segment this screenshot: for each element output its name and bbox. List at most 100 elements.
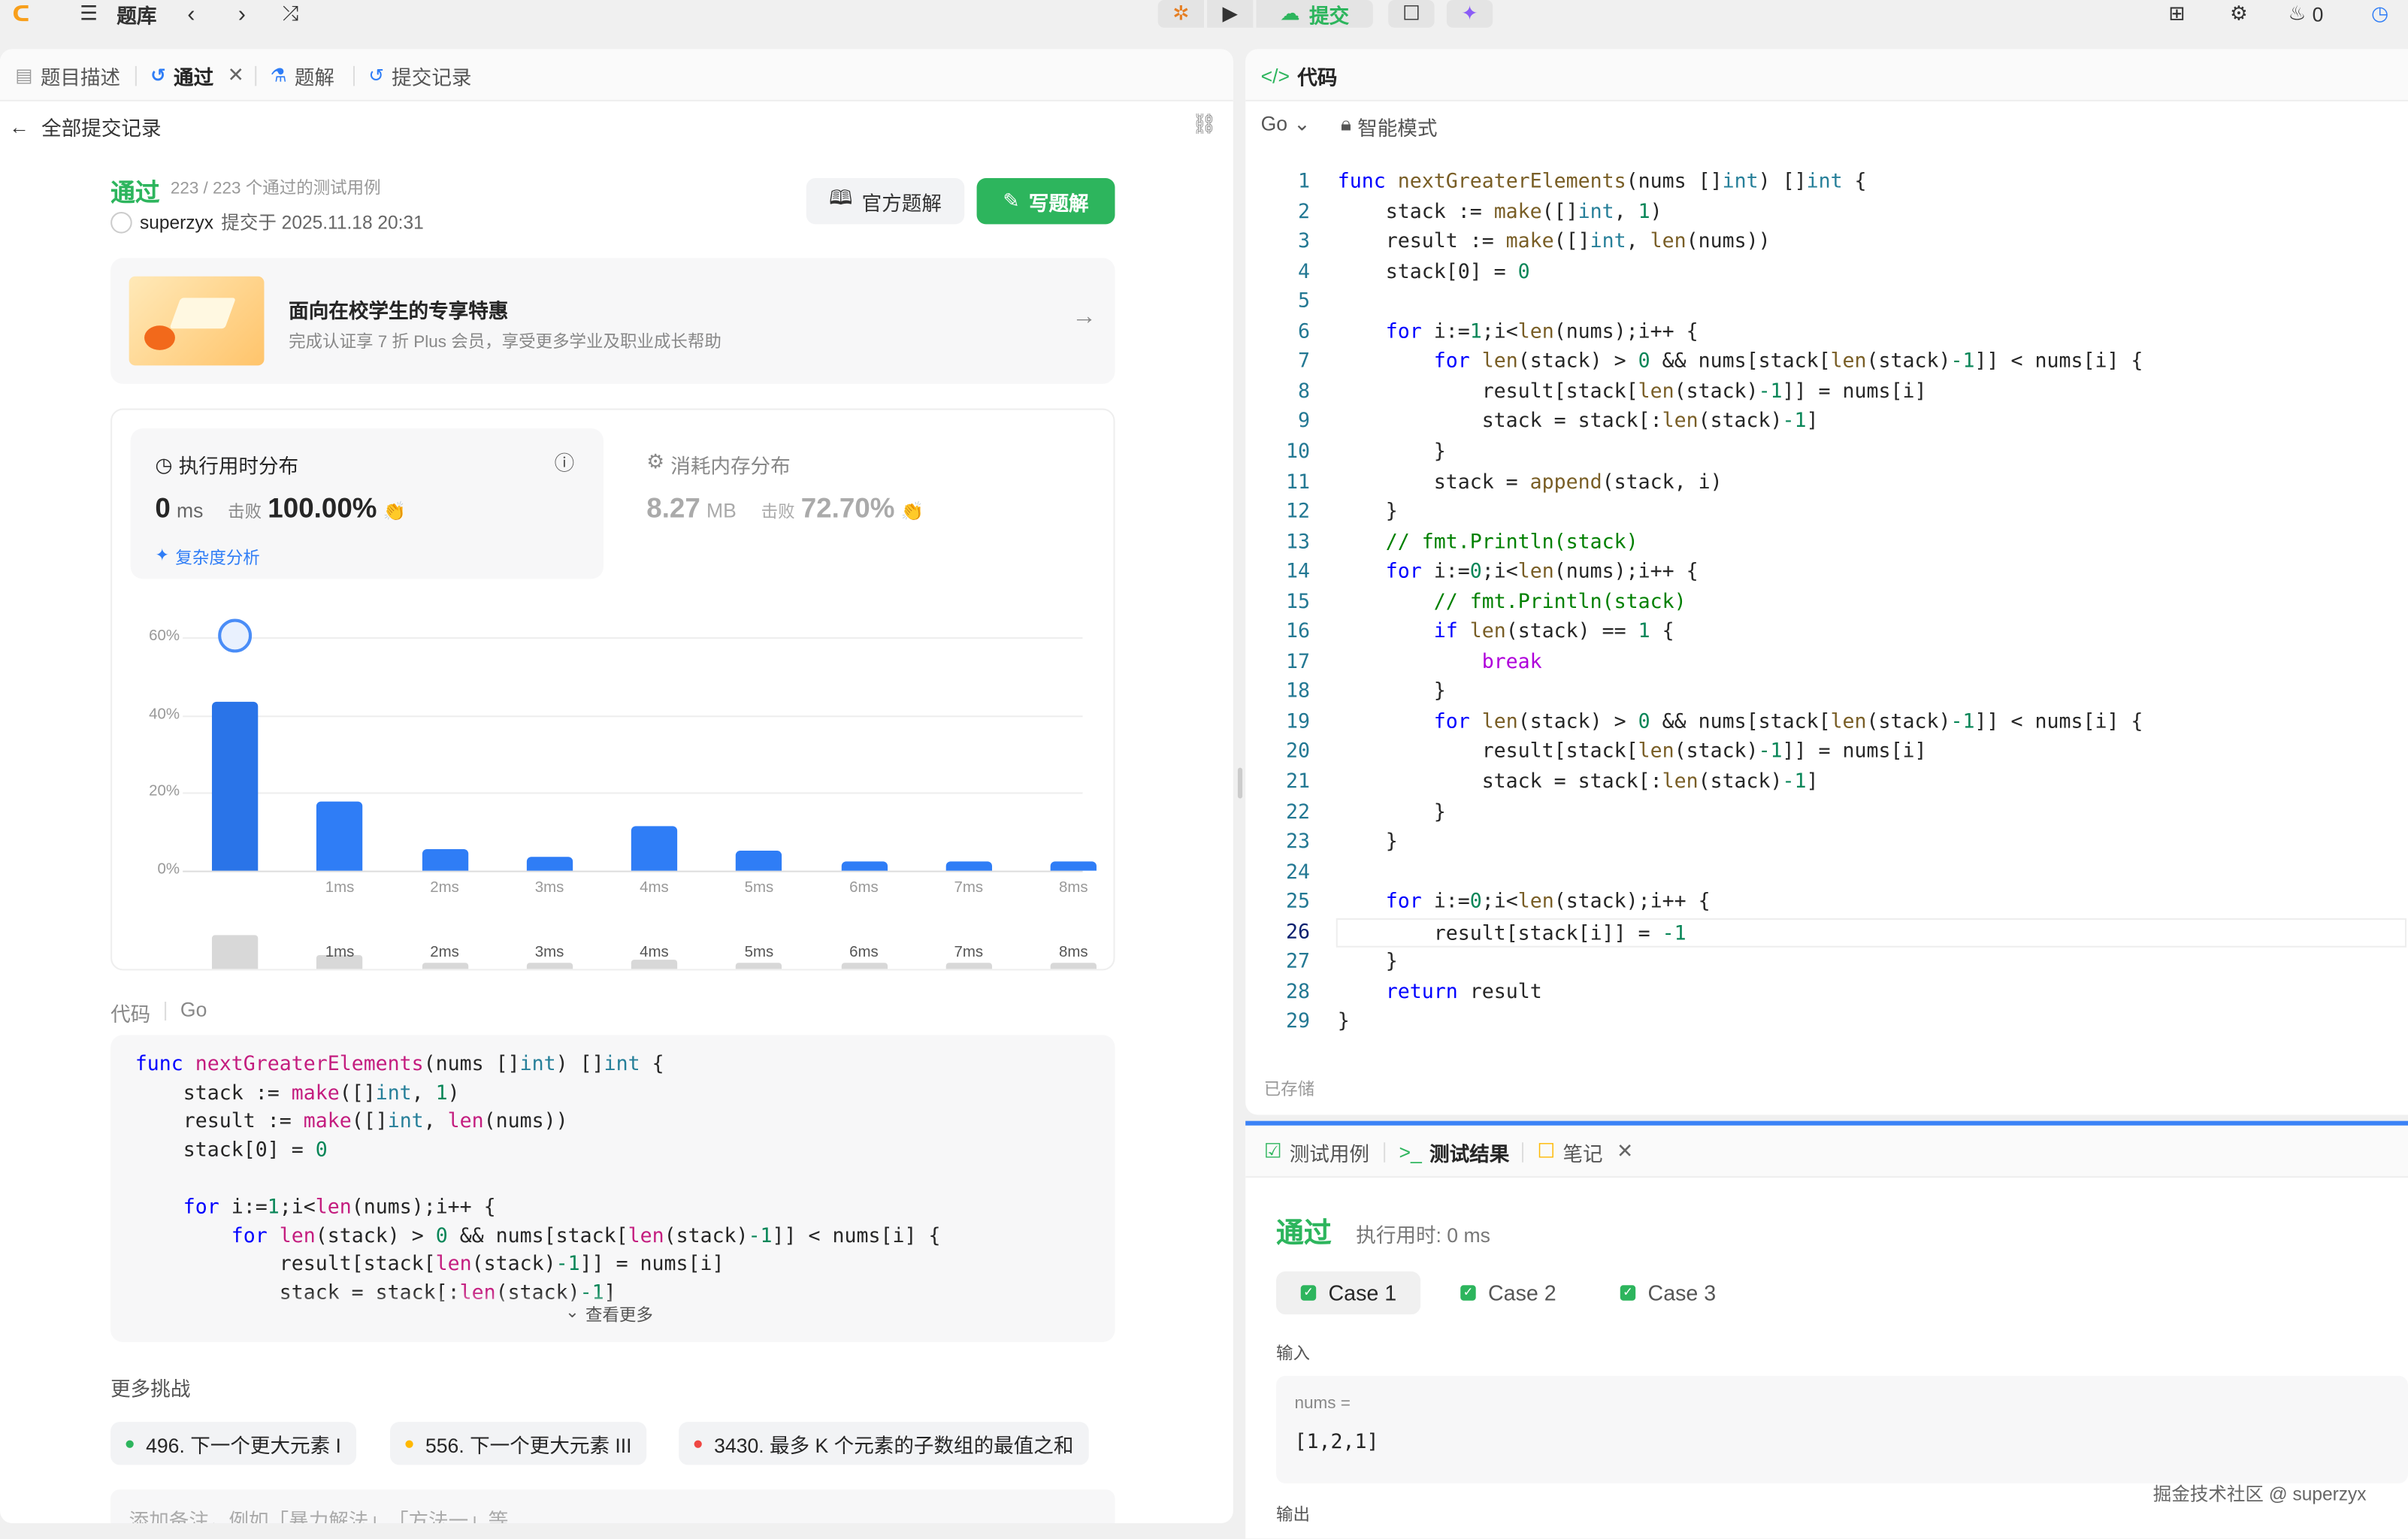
code-line[interactable]: for i:=1;i<len(nums);i++ { bbox=[1338, 317, 1699, 347]
code-line[interactable]: stack = append(stack, i) bbox=[1338, 467, 1723, 497]
grid-line bbox=[183, 793, 1083, 795]
tab-testcase[interactable]: ☑ 测试用例 bbox=[1264, 1126, 1369, 1178]
tab-description[interactable]: ▤ 题目描述 bbox=[15, 49, 120, 101]
tab-accepted[interactable]: ↺ 通过 ✕ bbox=[150, 49, 244, 101]
challenge-chip[interactable]: 556. 下一个更大元素 III bbox=[390, 1422, 648, 1465]
bar-3ms[interactable] bbox=[526, 857, 573, 871]
logo-icon[interactable]: ᑕ bbox=[12, 0, 29, 28]
submitted-code-block[interactable]: func nextGreaterElements(nums []int) []i… bbox=[110, 1035, 1115, 1342]
code-line[interactable]: // fmt.Println(stack) bbox=[1338, 528, 1638, 558]
ai-sparkle-icon[interactable]: ✦ bbox=[1446, 0, 1493, 28]
input-box: nums = [1,2,1] bbox=[1276, 1375, 2408, 1483]
debug-icon[interactable]: ✲ bbox=[1157, 0, 1205, 28]
line-number: 27 bbox=[1286, 951, 1310, 975]
prev-problem-icon[interactable]: ‹ bbox=[187, 0, 195, 28]
streak-counter[interactable]: ♨ 0 bbox=[2289, 0, 2324, 28]
shuffle-icon[interactable]: ⤮ bbox=[283, 0, 298, 28]
memory-stat-title[interactable]: ⚙ 消耗内存分布 bbox=[646, 450, 790, 479]
info-icon[interactable]: ⓘ bbox=[555, 447, 575, 476]
saved-status: 已存储 bbox=[1263, 1081, 1315, 1100]
code-line[interactable]: func nextGreaterElements(nums []int) []i… bbox=[1338, 168, 1867, 198]
code-line[interactable]: stack = stack[:len(stack)-1] bbox=[1338, 407, 1819, 437]
code-brackets-icon: </> bbox=[1260, 63, 1290, 87]
case-tab-1[interactable]: ✓ Case 1 bbox=[1276, 1271, 1421, 1315]
bar-7ms[interactable] bbox=[945, 861, 992, 871]
runtime-stat[interactable]: ◷ 执行用时分布 ⓘ 0 ms 击败 100.00% 👏 ✦ 复杂度分析 bbox=[130, 428, 604, 579]
tab-test-result[interactable]: >_ 测试结果 bbox=[1399, 1126, 1510, 1178]
layout-icon[interactable]: ⊞ bbox=[2168, 0, 2185, 28]
minimap-tick-label: 5ms bbox=[744, 944, 774, 962]
tab-solutions[interactable]: ⚗ 题解 bbox=[271, 49, 334, 101]
resize-handle[interactable] bbox=[1237, 767, 1243, 799]
close-tab-icon[interactable]: ✕ bbox=[1617, 1139, 1633, 1164]
code-line[interactable]: stack[0] = 0 bbox=[1338, 258, 1530, 288]
next-problem-icon[interactable]: › bbox=[238, 0, 246, 28]
chip-icon: ⚙ bbox=[646, 449, 665, 473]
official-solution-button[interactable]: 🕮 官方题解 bbox=[806, 178, 965, 225]
run-icon[interactable]: ▶ bbox=[1207, 0, 1254, 28]
close-tab-icon[interactable]: ✕ bbox=[228, 63, 244, 88]
code-line[interactable]: for len(stack) > 0 && nums[stack[len(sta… bbox=[1338, 347, 2143, 377]
settings-gear-icon[interactable]: ⚙ bbox=[2230, 0, 2248, 28]
timer-icon[interactable]: ◷ bbox=[2371, 0, 2388, 28]
code-line[interactable]: } bbox=[1338, 828, 1398, 858]
code-line[interactable]: break bbox=[1338, 648, 1542, 678]
complexity-analysis-link[interactable]: ✦ 复杂度分析 bbox=[155, 545, 259, 570]
code-line[interactable]: result[stack[i]] = -1 bbox=[1336, 918, 2406, 948]
case-tab-3[interactable]: ✓ Case 3 bbox=[1596, 1271, 1741, 1314]
memory-stat[interactable]: 8.27 MB 击败 72.70% 👏 bbox=[646, 493, 924, 525]
challenge-chip[interactable]: 3430. 最多 K 个元素的子数组的最值之和 bbox=[679, 1422, 1089, 1465]
bar-4ms[interactable] bbox=[631, 827, 678, 871]
username[interactable]: superzyx bbox=[140, 211, 213, 233]
code-line[interactable]: if len(stack) == 1 { bbox=[1338, 618, 1674, 648]
bar-6ms[interactable] bbox=[840, 861, 888, 871]
code-line[interactable]: stack = stack[:len(stack)-1] bbox=[1338, 768, 1819, 798]
bar-2ms[interactable] bbox=[421, 849, 468, 871]
code-editor[interactable]: 1 func nextGreaterElements(nums []int) []… bbox=[1245, 162, 2408, 1052]
note-input[interactable]: 添加备注，例如「暴力解法」、「方法一」等 bbox=[110, 1489, 1115, 1524]
code-line[interactable]: } bbox=[1338, 678, 1446, 708]
smart-mode-toggle[interactable]: 🔒︎ 智能模式 bbox=[1341, 112, 1438, 141]
code-line[interactable]: } bbox=[1338, 437, 1446, 467]
case-tab-2[interactable]: ✓ Case 2 bbox=[1436, 1271, 1581, 1314]
line-number: 25 bbox=[1286, 890, 1310, 915]
code-line[interactable]: // fmt.Println(stack) bbox=[1338, 588, 1687, 618]
line-number: 11 bbox=[1286, 470, 1310, 494]
bar-0ms[interactable] bbox=[211, 701, 259, 871]
code-line[interactable]: } bbox=[1338, 1008, 1350, 1038]
view-more-button[interactable]: ⌄ 查看更多 bbox=[565, 1302, 653, 1327]
problem-list-icon[interactable]: ☰ bbox=[80, 0, 98, 28]
student-promo-banner[interactable]: 面向在校学生的专享特惠 完成认证享 7 折 Plus 会员，享受更多学业及职业成… bbox=[110, 258, 1115, 384]
avatar[interactable] bbox=[110, 210, 132, 233]
line-number: 13 bbox=[1286, 531, 1310, 554]
bar-8ms[interactable] bbox=[1050, 861, 1097, 871]
chevron-down-icon: ⌄ bbox=[1293, 112, 1311, 135]
problems-link[interactable]: 题库 bbox=[116, 0, 156, 28]
submit-button[interactable]: ☁ 提交 bbox=[1256, 0, 1373, 28]
code-line[interactable]: for len(stack) > 0 && nums[stack[len(sta… bbox=[1338, 708, 2143, 738]
my-position-avatar[interactable] bbox=[218, 618, 253, 653]
submitter-info: superzyx 提交于 2025.11.18 20:31 bbox=[110, 209, 424, 235]
code-line[interactable]: result[stack[len(stack)-1]] = nums[i] bbox=[1338, 377, 1927, 407]
share-link-icon[interactable]: ⛓ bbox=[1192, 112, 1218, 137]
bar-5ms[interactable] bbox=[736, 851, 782, 871]
code-line[interactable]: result[stack[len(stack)-1]] = nums[i] bbox=[1338, 738, 1927, 768]
code-line[interactable]: result := make([]int, len(nums)) bbox=[1338, 228, 1771, 258]
code-line[interactable]: for i:=0;i<len(nums);i++ { bbox=[1338, 558, 1699, 588]
tab-notes[interactable]: ☐ 笔记 ✕ bbox=[1537, 1126, 1633, 1178]
bar-1ms[interactable] bbox=[316, 801, 363, 871]
challenge-chip[interactable]: 496. 下一个更大元素 I bbox=[110, 1422, 357, 1465]
code-line[interactable]: stack := make([]int, 1) bbox=[1338, 198, 1662, 228]
language-select[interactable]: Go ⌄ bbox=[1261, 112, 1311, 137]
result-status: 通过 bbox=[110, 181, 160, 207]
code-line[interactable]: for i:=0;i<len(stack);i++ { bbox=[1338, 887, 1711, 918]
code-line[interactable]: return result bbox=[1338, 978, 1542, 1008]
note-icon[interactable]: ☐ bbox=[1388, 0, 1435, 28]
code-line[interactable]: } bbox=[1338, 948, 1398, 978]
tab-code[interactable]: </> 代码 bbox=[1261, 49, 1338, 101]
write-solution-button[interactable]: ✎ 写题解 bbox=[976, 178, 1115, 225]
code-line[interactable]: } bbox=[1338, 497, 1398, 528]
back-to-submissions[interactable]: ← 全部提交记录 bbox=[9, 112, 161, 141]
code-line[interactable]: } bbox=[1338, 798, 1446, 828]
tab-submissions[interactable]: ↺ 提交记录 bbox=[368, 49, 471, 101]
